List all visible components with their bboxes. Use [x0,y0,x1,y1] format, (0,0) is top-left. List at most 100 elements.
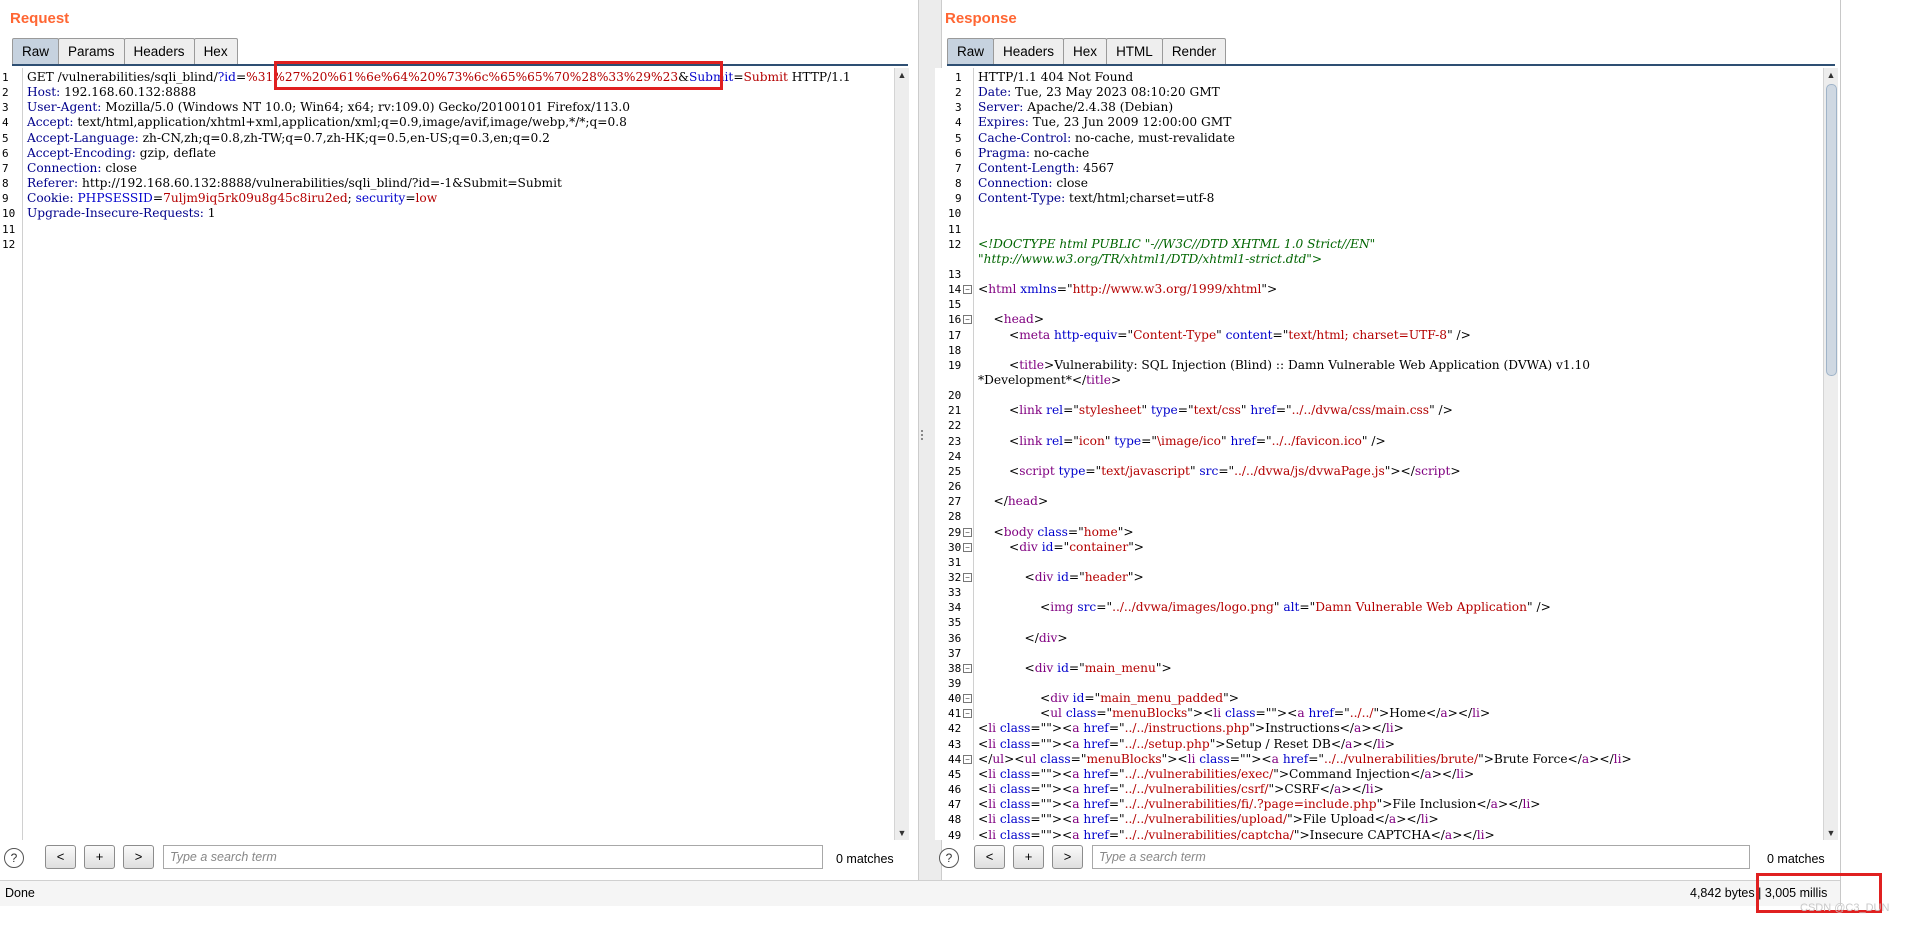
code-token: > [1428,812,1439,827]
request-editor[interactable]: 1 2 3 4 5 6 7 8 9 10 11 12 GET /vulnerabilities/sql… [0,68,894,840]
scroll-down-arrow-icon[interactable]: ▼ [895,826,909,840]
code-token: = [405,191,416,206]
search-add-button[interactable]: + [1013,845,1044,869]
code-token: href [1282,751,1309,766]
code-token: type [1150,403,1178,418]
code-token: href [1083,736,1109,751]
fold-toggle-icon[interactable]: − [963,754,972,764]
tab-headers[interactable]: Headers [993,38,1065,64]
help-icon[interactable]: ? [939,848,959,868]
code-line: *Development*</title> [978,373,1121,388]
code-token: ">Home</ [1373,706,1441,721]
line-number: 8 [2,177,9,191]
search-prev-button[interactable]: < [45,845,76,869]
line-number: 34 [948,601,962,615]
line-number: 1 [955,71,962,84]
line-number: 2 [2,86,9,100]
code-token: a [1440,706,1448,721]
request-title: Request [10,10,70,27]
line-number: 9 [955,192,962,206]
code-token: = [235,70,247,84]
code-token: < [978,600,1051,615]
line-number: 40 [948,692,962,706]
search-next-button[interactable]: > [123,845,154,869]
response-scroll-thumb[interactable] [1826,84,1837,376]
code-token: class [999,782,1031,797]
scroll-up-arrow-icon[interactable]: ▲ [895,68,909,82]
code-token: link [1019,433,1043,448]
search-next-button[interactable]: > [1052,845,1083,869]
scroll-up-arrow-icon[interactable]: ▲ [1824,68,1838,82]
line-number: 3 [2,101,9,115]
fold-toggle-icon[interactable]: − [963,663,972,673]
fold-toggle-icon[interactable]: − [963,572,972,582]
fold-toggle-icon[interactable]: − [963,315,972,325]
code-token: low [415,191,438,206]
code-token: no-cache [1030,145,1090,160]
response-search-input[interactable] [1092,845,1750,869]
code-token: security [355,191,406,206]
code-token: > [1057,630,1068,645]
code-token: div [1050,691,1069,706]
code-line: Accept-Language: zh-CN,zh;q=0.8,zh-TW;q=… [27,131,550,146]
code-token: ">< [1161,751,1188,766]
code-token: alt [1283,600,1300,615]
code-token: ></ [1452,827,1477,841]
tab-html[interactable]: HTML [1106,38,1163,64]
code-token: =" [1067,524,1084,539]
tab-headers[interactable]: Headers [123,38,195,64]
code-token: =" [1108,812,1125,827]
response-title: Response [945,10,1017,27]
tab-hex[interactable]: Hex [193,38,238,64]
code-line: Referer: http://192.168.60.132:8888/vuln… [27,176,562,191]
response-tabs: Raw Headers Hex HTML Render [947,38,1227,64]
line-number: 9 [2,192,9,206]
tab-raw[interactable]: Raw [947,38,995,64]
code-token: < [978,660,1035,675]
code-token: Tue, 23 Jun 2009 12:00:00 GMT [1028,115,1232,130]
code-line: Accept: text/html,application/xhtml+xml,… [27,115,627,130]
code-token: = [152,191,164,206]
code-token: Cookie: [27,191,74,206]
response-match-count: 0 matches [1767,852,1825,866]
code-token: =" [1275,403,1292,418]
response-scrollbar[interactable]: ▲ ▼ [1823,68,1838,840]
window-edge [1840,0,1905,905]
code-token: Content-Type: [978,191,1066,206]
fold-toggle-icon[interactable]: − [963,709,972,719]
scroll-down-arrow-icon[interactable]: ▼ [1824,826,1838,840]
tab-render[interactable]: Render [1161,38,1227,64]
help-icon[interactable]: ? [4,848,24,868]
code-token: ="">< [1255,706,1298,721]
line-number: 19 [948,358,962,372]
code-token: Server: [978,100,1024,115]
tab-hex[interactable]: Hex [1063,38,1108,64]
tab-params[interactable]: Params [58,38,125,64]
search-add-button[interactable]: + [84,845,115,869]
code-token: =" [1272,327,1289,342]
code-token: < [978,812,989,827]
fold-toggle-icon[interactable]: − [963,542,972,552]
code-token: HTTP/1.1 404 Not Found [978,70,1134,84]
code-token: class [999,721,1031,736]
fold-toggle-icon[interactable]: − [963,285,972,295]
code-token: html [988,282,1017,297]
code-token: 7uljm9iq5rk09u8g45c8iru2ed [163,191,348,206]
code-token: type [1114,433,1142,448]
fold-toggle-icon[interactable]: − [963,694,972,704]
code-line: <link rel="stylesheet" type="text/css" h… [978,403,1453,418]
fold-toggle-icon[interactable]: − [963,527,972,537]
code-token: > [1393,721,1404,736]
search-prev-button[interactable]: < [974,845,1005,869]
tab-raw[interactable]: Raw [12,38,60,64]
request-search-input[interactable] [163,845,823,869]
code-token: < [978,357,1020,372]
line-number: 15 [948,298,962,312]
response-editor[interactable]: 1 2 3 4 5 6 7 8 9 10 11 12 13 14−15 16−17 18 19 20 21 22 23 2… [935,68,1823,840]
code-token: div [1034,569,1054,584]
code-token: Mozilla/5.0 (Windows NT 10.0; Win64; x64… [101,100,630,115]
line-number: 22 [948,419,962,433]
code-token: "> [1117,524,1134,539]
request-scrollbar[interactable]: ▲ ▼ [894,68,909,840]
code-token: menuBlocks [1086,751,1162,766]
